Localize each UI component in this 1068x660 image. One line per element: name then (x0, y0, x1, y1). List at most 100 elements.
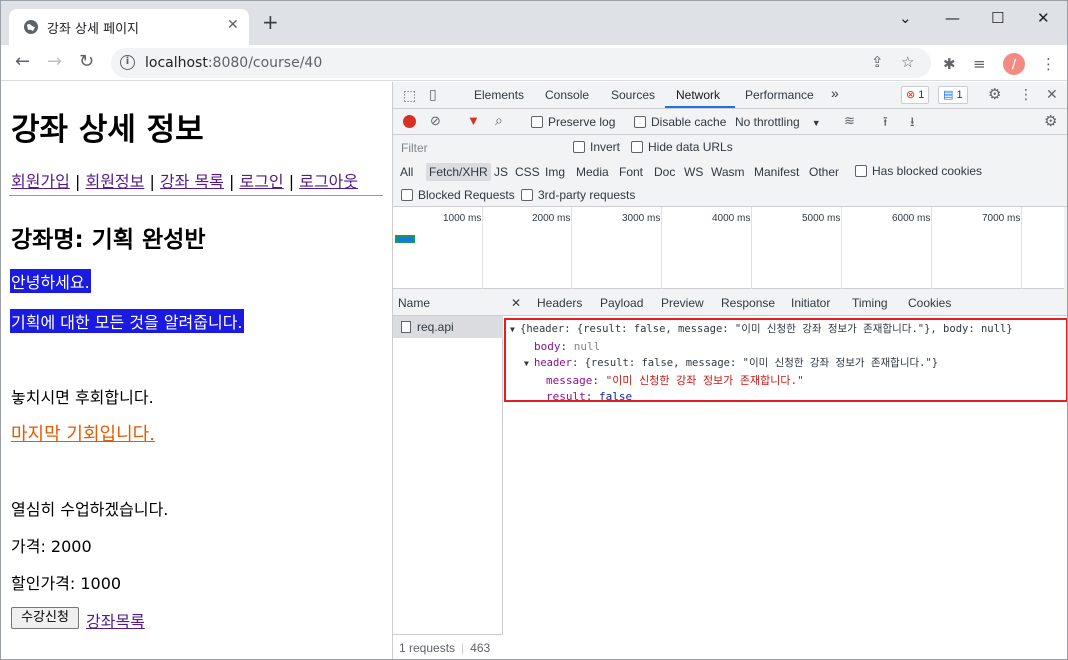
message-badge[interactable]: ▤ 1 (938, 86, 968, 104)
media-queue-icon[interactable]: ≡ (973, 55, 986, 73)
filter-type-doc[interactable]: Doc (654, 165, 675, 179)
page-content: 강좌 상세 정보 회원가입 | 회원정보 | 강좌 목록 | 로그인 | 로그아… (1, 82, 392, 659)
record-icon[interactable] (403, 115, 416, 128)
invert-checkbox[interactable]: Invert (573, 140, 620, 154)
url-text: localhost:8080/course/40 (145, 55, 323, 71)
tab-network[interactable]: Network (676, 88, 720, 102)
bookmark-star-icon[interactable]: ☆ (901, 53, 914, 71)
devtools-menu-icon[interactable]: ⋮ (1019, 86, 1033, 103)
timeline-scrollbar[interactable] (1064, 207, 1067, 289)
link-login[interactable]: 로그인 (239, 172, 283, 191)
search-icon[interactable]: ⌕ (495, 112, 503, 129)
blocked-requests-checkbox[interactable]: Blocked Requests (401, 188, 515, 202)
export-har-icon[interactable]: ⭳ (910, 113, 915, 135)
tab-payload[interactable]: Payload (600, 296, 643, 310)
tab-cookies[interactable]: Cookies (908, 296, 951, 310)
filter-type-manifest[interactable]: Manifest (754, 165, 799, 179)
network-toolbar: ⊘ ▼ ⌕ Preserve log Disable cache No thro… (393, 109, 1067, 135)
settings-gear-icon[interactable]: ⚙ (988, 85, 1001, 103)
nav-links: 회원가입 | 회원정보 | 강좌 목록 | 로그인 | 로그아웃 (11, 168, 358, 192)
network-settings-icon[interactable]: ⚙ (1044, 112, 1057, 130)
filter-funnel-icon[interactable]: ▼ (467, 113, 480, 128)
divider (9, 195, 383, 196)
hide-data-urls-checkbox[interactable]: Hide data URLs (631, 140, 733, 154)
tab-response[interactable]: Response (721, 296, 775, 310)
filter-input[interactable]: Filter (399, 139, 559, 157)
tab-preview[interactable]: Preview (661, 296, 704, 310)
back-icon[interactable]: ← (15, 51, 30, 72)
filter-type-wasm[interactable]: Wasm (711, 165, 745, 179)
tab-initiator[interactable]: Initiator (791, 296, 830, 310)
link-course-list[interactable]: 강좌 목록 (160, 172, 224, 191)
clear-icon[interactable]: ⊘ (430, 113, 441, 129)
forward-icon[interactable]: → (47, 51, 62, 72)
new-tab-icon[interactable]: + (262, 12, 279, 32)
close-devtools-icon[interactable]: ✕ (1046, 86, 1058, 103)
request-row[interactable]: req.api (393, 316, 503, 338)
filter-type-js[interactable]: JS (494, 165, 508, 179)
filter-type-css[interactable]: CSS (515, 165, 540, 179)
has-blocked-cookies-checkbox[interactable]: Has blocked cookies (855, 164, 982, 178)
preview-root-line[interactable]: ▼ {header: {result: false, message: "이미 신… (510, 321, 1013, 338)
tab-console[interactable]: Console (545, 88, 589, 102)
network-conditions-icon[interactable]: ≋ (844, 113, 855, 129)
filter-type-fetch-xhr[interactable]: Fetch/XHR (426, 163, 491, 181)
grid-line (571, 207, 572, 289)
tab-elements[interactable]: Elements (474, 88, 524, 102)
active-tab-indicator (665, 106, 735, 108)
highlight-text-1: 안녕하세요. (10, 269, 91, 293)
message-icon: ▤ (943, 89, 954, 101)
tab-timing[interactable]: Timing (852, 296, 888, 310)
apply-button[interactable]: 수강신청 (11, 607, 79, 629)
share-icon[interactable]: ⇪ (871, 53, 884, 71)
link-logout[interactable]: 로그아웃 (299, 172, 358, 191)
preserve-log-checkbox[interactable]: Preserve log (531, 115, 615, 129)
filter-type-font[interactable]: Font (619, 165, 643, 179)
inspect-element-icon[interactable]: ⬚ (403, 87, 416, 104)
menu-kebab-icon[interactable]: ⋮ (1041, 55, 1056, 73)
sale-price: 할인가격: 1000 (11, 574, 122, 593)
course-list-link[interactable]: 강좌목록 (86, 608, 145, 632)
throttling-select[interactable]: No throttling ▼ (735, 115, 821, 129)
profile-avatar[interactable]: / (1003, 53, 1025, 75)
reload-icon[interactable]: ↻ (79, 51, 94, 72)
request-timing-bar (395, 235, 415, 243)
close-tab-icon[interactable]: ✕ (227, 17, 239, 33)
filter-type-ws[interactable]: WS (684, 165, 703, 179)
more-tabs-icon[interactable]: » (831, 85, 839, 101)
address-bar[interactable]: i localhost:8080/course/40 ⇪ ☆ (111, 48, 931, 78)
close-window-icon[interactable]: ✕ (1037, 9, 1050, 27)
tab-performance[interactable]: Performance (745, 88, 814, 102)
extensions-puzzle-icon[interactable]: ✱ (943, 55, 956, 73)
filter-bar: Filter Invert Hide data URLs All Fetch/X… (393, 135, 1067, 207)
device-toolbar-icon[interactable]: ▯ (429, 86, 437, 103)
course-name: 강좌명: 기획 완성반 (11, 227, 206, 253)
tab-sources[interactable]: Sources (611, 88, 655, 102)
browser-tab[interactable]: 강좌 상세 페이지 ✕ (9, 9, 249, 45)
preview-header-line[interactable]: ▼ header: {result: false, message: "이미 신청… (524, 355, 938, 372)
maximize-icon[interactable]: ☐ (991, 9, 1004, 27)
site-info-icon[interactable]: i (120, 55, 135, 70)
filter-type-all[interactable]: All (400, 165, 413, 179)
third-party-requests-checkbox[interactable]: 3rd-party requests (521, 188, 635, 202)
disable-cache-checkbox[interactable]: Disable cache (634, 115, 726, 129)
import-har-icon[interactable]: ⭱ (883, 113, 888, 135)
tab-headers[interactable]: Headers (537, 296, 582, 310)
link-signup[interactable]: 회원가입 (11, 172, 70, 191)
filter-type-other[interactable]: Other (809, 165, 839, 179)
orange-link-text: 마지막 기회입니다. (11, 424, 155, 445)
network-timeline[interactable]: 1000 ms 2000 ms 3000 ms 4000 ms 5000 ms … (393, 207, 1067, 289)
link-member-info[interactable]: 회원정보 (85, 172, 144, 191)
minimize-icon[interactable]: — (945, 9, 960, 27)
grid-line (661, 207, 662, 289)
name-column-header[interactable]: Name (393, 289, 503, 316)
filter-type-img[interactable]: Img (545, 165, 565, 179)
network-status-bar: 1 requests | 463 (393, 634, 503, 659)
separator: | (229, 172, 235, 191)
tab-search-chevron-icon[interactable]: ⌄ (899, 9, 912, 27)
filter-type-media[interactable]: Media (576, 165, 609, 179)
error-badge[interactable]: ⊗ 1 (901, 86, 930, 104)
close-detail-icon[interactable]: ✕ (511, 296, 521, 310)
grid-line (931, 207, 932, 289)
devtools-panel: ⬚ ▯ Elements Console Sources Network Per… (392, 82, 1067, 659)
